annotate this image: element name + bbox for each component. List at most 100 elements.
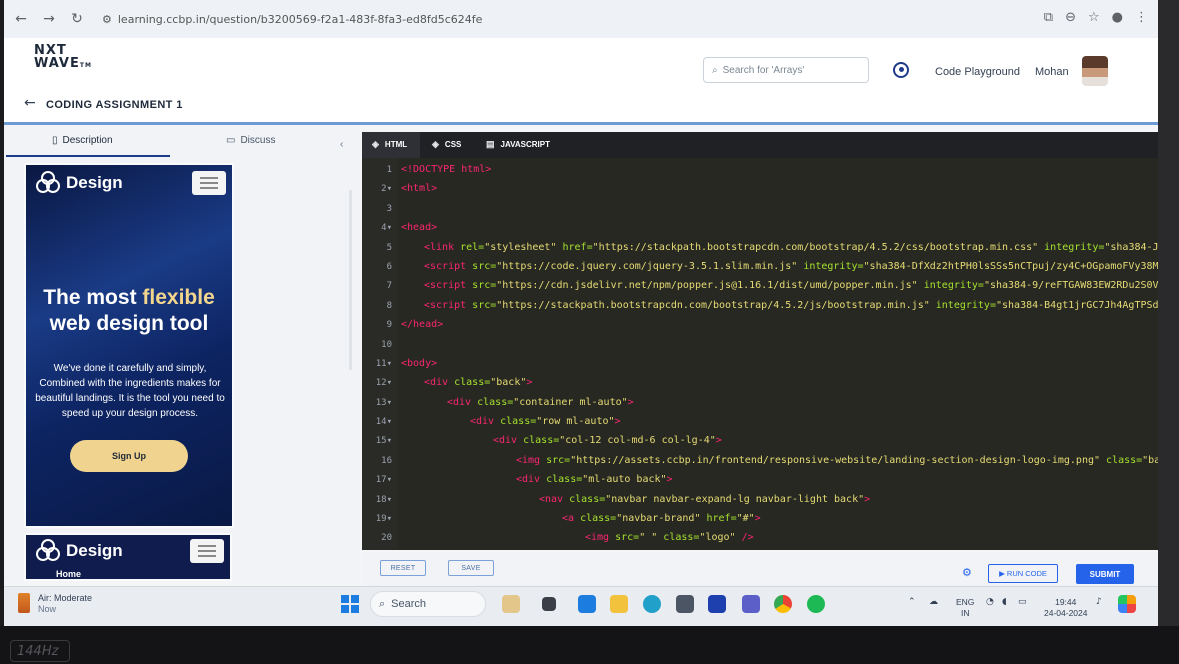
teams-icon[interactable] — [742, 595, 760, 613]
panel-resize-handle[interactable] — [349, 190, 352, 370]
store-icon[interactable] — [578, 595, 596, 613]
language-indicator[interactable]: ENG IN — [956, 597, 974, 619]
clock[interactable]: 19:44 24-04-2024 — [1044, 597, 1087, 619]
code-line[interactable]: 3 — [362, 200, 1158, 219]
code-playground-link[interactable]: Code Playground — [935, 66, 1020, 78]
weather-widget[interactable]: Air: Moderate Now — [18, 593, 92, 615]
code-token: > — [627, 396, 634, 408]
back-icon[interactable]: ← — [10, 8, 32, 30]
install-icon[interactable]: ⧉ — [1044, 10, 1053, 25]
line-number: 19▾ — [375, 514, 392, 525]
code-line[interactable]: 6 <script src="https://code.jquery.com/jq… — [362, 258, 1158, 277]
timer-icon[interactable] — [893, 62, 909, 78]
line-number: 11▾ — [375, 358, 392, 369]
run-code-button[interactable]: ▶ RUN CODE — [988, 564, 1058, 583]
preview-headline: The most flexible web design tool — [26, 285, 232, 337]
tab-discuss[interactable]: ▭ Discuss — [226, 135, 275, 146]
submit-button[interactable]: SUBMIT — [1076, 564, 1134, 584]
tab-css-label: CSS — [444, 140, 462, 149]
nav-home-link[interactable]: Home — [56, 569, 81, 579]
spotify-icon[interactable] — [807, 595, 825, 613]
volume-icon[interactable]: ◖ — [1002, 597, 1007, 607]
reset-button[interactable]: RESET — [380, 560, 426, 576]
star-icon[interactable]: ☆ — [1088, 10, 1100, 25]
widget-icon[interactable] — [502, 595, 520, 613]
code-text: </head> — [401, 319, 443, 330]
tab-html[interactable]: ◈ HTML — [372, 139, 407, 150]
chevron-up-icon[interactable]: ⌃ — [908, 597, 916, 607]
code-token: <img — [516, 454, 547, 466]
code-text: <html> — [401, 183, 437, 194]
zoom-icon[interactable]: ⊖ — [1065, 10, 1076, 25]
code-line[interactable]: 20 <img src=" " class="logo" /> — [362, 529, 1158, 548]
code-token: <link — [424, 241, 461, 253]
code-line[interactable]: 10 — [362, 336, 1158, 355]
address-bar[interactable]: ⚙ learning.ccbp.in/question/b3200569-f2a… — [102, 13, 482, 26]
code-token: class= — [580, 513, 617, 525]
code-line[interactable]: 7 <script src="https://cdn.jsdelivr.net/n… — [362, 277, 1158, 296]
code-line[interactable]: 18▾ <nav class="navbar navbar-expand-lg n… — [362, 491, 1158, 510]
gear-icon[interactable]: ⚙ — [962, 566, 972, 579]
line-number: 14▾ — [375, 417, 392, 428]
chrome-icon[interactable] — [774, 595, 792, 613]
code-text: <a class="navbar-brand" href="#"> — [562, 513, 761, 524]
tab-css[interactable]: ◈ CSS — [432, 139, 461, 150]
windows-start-icon[interactable] — [341, 595, 359, 613]
wifi-icon[interactable]: ◔ — [986, 597, 994, 607]
code-token: class= — [477, 396, 514, 408]
profile-icon[interactable]: ● — [1112, 10, 1123, 25]
code-line[interactable]: 1 <!DOCTYPE html> — [362, 161, 1158, 180]
cloud-icon[interactable]: ☁ — [929, 597, 938, 607]
code-line[interactable]: 15▾ <div class="col-12 col-md-6 col-lg-4"… — [362, 432, 1158, 451]
battery-icon[interactable]: ▭ — [1018, 597, 1027, 607]
taskbar-search[interactable]: ⌕ Search — [370, 591, 486, 617]
assignment-bar: ← CODING ASSIGNMENT 1 — [4, 88, 1158, 122]
tab-javascript[interactable]: ▤ JAVASCRIPT — [486, 139, 550, 150]
preview-brand-text-2: Design — [66, 541, 123, 560]
back-arrow-icon[interactable]: ← — [24, 95, 36, 111]
user-name[interactable]: Mohan — [1035, 66, 1069, 78]
search-input[interactable]: ⌕ Search for 'Arrays' — [703, 57, 869, 83]
hamburger-menu-icon[interactable] — [192, 171, 226, 195]
code-line[interactable]: 2▾ <html> — [362, 180, 1158, 199]
code-line[interactable]: 11▾ <body> — [362, 355, 1158, 374]
hamburger-menu-icon[interactable] — [190, 539, 224, 563]
menu-icon[interactable]: ⋮ — [1135, 10, 1148, 25]
code-line[interactable]: 17▾ <div class="ml-auto back"> — [362, 471, 1158, 490]
code-token: "sha384-Jc — [1104, 241, 1158, 253]
code-token: src= — [472, 299, 497, 311]
code-line[interactable]: 4▾ <head> — [362, 219, 1158, 238]
app-icon[interactable] — [708, 595, 726, 613]
code-token: class= — [454, 377, 491, 389]
copilot-icon[interactable] — [1118, 595, 1136, 613]
save-button[interactable]: SAVE — [448, 560, 494, 576]
collapse-icon[interactable]: ‹ — [340, 139, 343, 150]
code-line[interactable]: 12▾ <div class="back"> — [362, 374, 1158, 393]
code-line[interactable]: 14▾ <div class="row ml-auto"> — [362, 413, 1158, 432]
code-lines[interactable]: 1 <!DOCTYPE html> 2▾ <html> 3 4▾ <head> 5 <link … — [362, 161, 1158, 549]
notification-bell-icon[interactable]: ♪ — [1096, 597, 1102, 607]
file-explorer-icon[interactable] — [610, 595, 628, 613]
reload-icon[interactable]: ↻ — [66, 8, 88, 30]
taskbar-search-label: Search — [391, 598, 427, 610]
nxtwave-logo[interactable]: NXT WAVETM — [34, 44, 92, 72]
avatar[interactable] — [1082, 56, 1108, 86]
tab-description[interactable]: ▯ Description — [52, 135, 113, 146]
browser-actions: ⧉ ⊖ ☆ ● ⋮ — [1044, 10, 1148, 25]
code-line[interactable]: 16 <img src="https://assets.ccbp.in/front… — [362, 452, 1158, 471]
code-token: "stylesheet" — [484, 241, 563, 253]
code-line[interactable]: 5 <link rel="stylesheet" href="https://st… — [362, 239, 1158, 258]
code-line[interactable]: 8 <script src="https://stackpath.bootstra… — [362, 297, 1158, 316]
code-editor[interactable]: ◈ HTML ◈ CSS ▤ JAVASCRIPT 1 <!DOCTYPE htm… — [362, 132, 1158, 550]
forward-icon[interactable]: → — [38, 8, 60, 30]
code-line[interactable]: 9 </head> — [362, 316, 1158, 335]
search-placeholder: Search for 'Arrays' — [722, 64, 805, 76]
site-info-icon[interactable]: ⚙ — [102, 13, 112, 26]
code-line[interactable]: 13▾ <div class="container ml-auto"> — [362, 394, 1158, 413]
code-token: > — [614, 416, 621, 428]
edge-icon[interactable] — [643, 595, 661, 613]
sign-up-button[interactable]: Sign Up — [70, 440, 188, 472]
app-icon[interactable] — [676, 595, 694, 613]
code-line[interactable]: 19▾ <a class="navbar-brand" href="#"> — [362, 510, 1158, 529]
task-view-icon[interactable] — [542, 597, 556, 611]
